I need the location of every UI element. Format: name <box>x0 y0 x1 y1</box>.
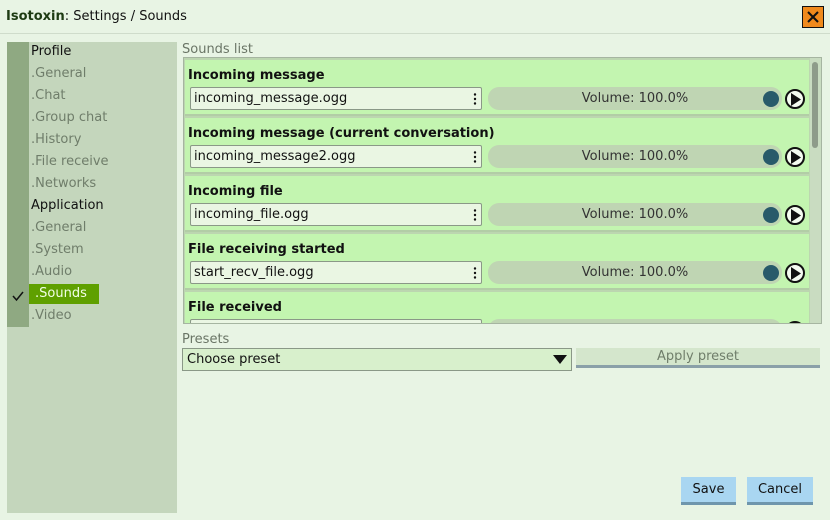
chevron-down-icon <box>553 355 567 364</box>
sidebar-item-audio[interactable]: .Audio <box>31 262 72 282</box>
sounds-scrollbar[interactable] <box>810 58 821 323</box>
play-button[interactable] <box>785 147 805 167</box>
kebab-menu-icon[interactable] <box>473 93 477 105</box>
volume-knob[interactable] <box>763 149 779 165</box>
preset-selected-value: Choose preset <box>187 352 281 367</box>
check-icon <box>12 291 24 302</box>
settings-sidebar: Profile .General .Chat .Group chat .Hist… <box>7 42 177 513</box>
sound-row: Incoming message incoming_message.ogg Vo… <box>185 60 809 116</box>
close-icon <box>807 11 819 23</box>
play-icon <box>791 151 801 164</box>
sidebar-item-sounds[interactable]: .Sounds <box>29 284 99 304</box>
sound-file-name: incoming_file.ogg <box>194 207 309 222</box>
play-button[interactable] <box>785 89 805 109</box>
kebab-menu-icon[interactable] <box>473 267 477 279</box>
volume-knob[interactable] <box>763 265 779 281</box>
sound-file-field[interactable] <box>190 319 482 323</box>
presets-label: Presets <box>182 332 230 347</box>
save-button[interactable]: Save <box>681 477 736 505</box>
sidebar-header-profile: Profile <box>31 44 72 59</box>
play-icon <box>791 93 801 106</box>
sidebar-item-file-receive[interactable]: .File receive <box>31 152 109 172</box>
sidebar-item-video[interactable]: .Video <box>31 306 72 326</box>
sidebar-item-networks[interactable]: .Networks <box>31 174 96 194</box>
sound-file-field[interactable]: incoming_message.ogg <box>190 87 482 110</box>
sound-row: File received <box>185 292 809 324</box>
apply-preset-button[interactable]: Apply preset <box>576 348 820 368</box>
play-button[interactable] <box>785 263 805 283</box>
play-icon <box>791 267 801 280</box>
sound-file-name: incoming_message.ogg <box>194 91 348 106</box>
sound-row: Incoming message (current conversation) … <box>185 118 809 174</box>
volume-slider[interactable]: Volume: 100.0% <box>488 261 782 284</box>
sidebar-item-chat[interactable]: .Chat <box>31 86 66 106</box>
sound-title: Incoming message <box>188 68 325 83</box>
sound-title: Incoming message (current conversation) <box>188 126 495 141</box>
kebab-menu-icon[interactable] <box>473 209 477 221</box>
scrollbar-thumb[interactable] <box>812 62 818 148</box>
volume-knob[interactable] <box>763 207 779 223</box>
sidebar-item-profile-general[interactable]: .General <box>31 64 86 84</box>
play-button[interactable] <box>785 205 805 225</box>
play-button[interactable] <box>785 321 805 323</box>
cancel-button[interactable]: Cancel <box>747 477 813 505</box>
sidebar-item-history[interactable]: .History <box>31 130 81 150</box>
app-name: Isotoxin <box>6 9 65 24</box>
sidebar-item-system[interactable]: .System <box>31 240 84 260</box>
volume-knob[interactable] <box>763 91 779 107</box>
sound-title: File received <box>188 300 282 315</box>
sidebar-strip <box>7 42 29 327</box>
sound-file-name: start_recv_file.ogg <box>194 265 314 280</box>
kebab-menu-icon[interactable] <box>473 151 477 163</box>
volume-knob[interactable] <box>763 323 779 324</box>
sound-file-field[interactable]: incoming_message2.ogg <box>190 145 482 168</box>
volume-slider[interactable]: Volume: 100.0% <box>488 145 782 168</box>
window-title-rest: : Settings / Sounds <box>64 9 187 24</box>
volume-slider[interactable]: Volume: 100.0% <box>488 87 782 110</box>
sound-file-field[interactable]: start_recv_file.ogg <box>190 261 482 284</box>
sound-row: Incoming file incoming_file.ogg Volume: … <box>185 176 809 232</box>
sounds-list: Incoming message incoming_message.ogg Vo… <box>183 57 822 324</box>
sound-file-field[interactable]: incoming_file.ogg <box>190 203 482 226</box>
window-title: Isotoxin: Settings / Sounds <box>6 9 187 24</box>
sidebar-item-application-general[interactable]: .General <box>31 218 86 238</box>
sounds-list-label: Sounds list <box>182 42 253 57</box>
volume-slider[interactable] <box>488 319 782 323</box>
volume-slider[interactable]: Volume: 100.0% <box>488 203 782 226</box>
close-button[interactable] <box>802 6 824 28</box>
play-icon <box>791 209 801 222</box>
sidebar-item-group-chat[interactable]: .Group chat <box>31 108 107 128</box>
title-bar: Isotoxin: Settings / Sounds <box>0 0 830 34</box>
preset-select[interactable]: Choose preset <box>182 348 572 371</box>
sound-row: File receiving started start_recv_file.o… <box>185 234 809 290</box>
sound-file-name: incoming_message2.ogg <box>194 149 356 164</box>
sound-title: File receiving started <box>188 242 345 257</box>
sidebar-header-application: Application <box>31 198 104 213</box>
sound-title: Incoming file <box>188 184 283 199</box>
